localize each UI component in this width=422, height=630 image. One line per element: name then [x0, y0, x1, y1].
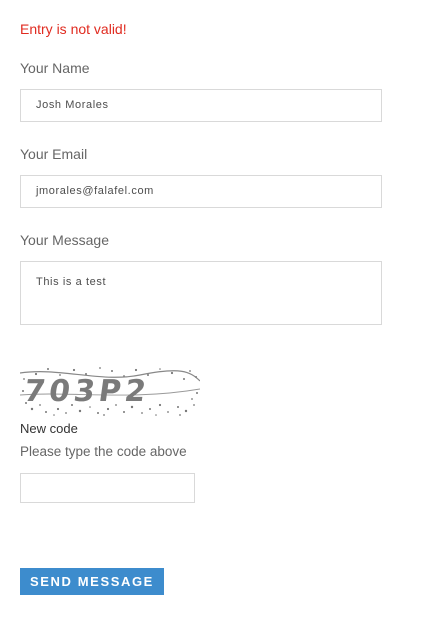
captcha-image: 703P2 [20, 367, 200, 416]
message-label: Your Message [20, 232, 109, 248]
send-message-button[interactable]: SEND MESSAGE [20, 568, 164, 595]
name-field[interactable]: Josh Morales [20, 89, 382, 122]
new-code-link[interactable]: New code [20, 421, 78, 436]
captcha-input[interactable] [20, 473, 195, 503]
email-field[interactable]: jmorales@falafel.com [20, 175, 382, 208]
captcha-code-text: 703P2 [22, 374, 152, 409]
captcha-hint: Please type the code above [20, 444, 187, 459]
error-message: Entry is not valid! [20, 21, 127, 37]
name-label: Your Name [20, 60, 90, 76]
email-label: Your Email [20, 146, 88, 162]
message-field[interactable]: This is a test [20, 261, 382, 325]
